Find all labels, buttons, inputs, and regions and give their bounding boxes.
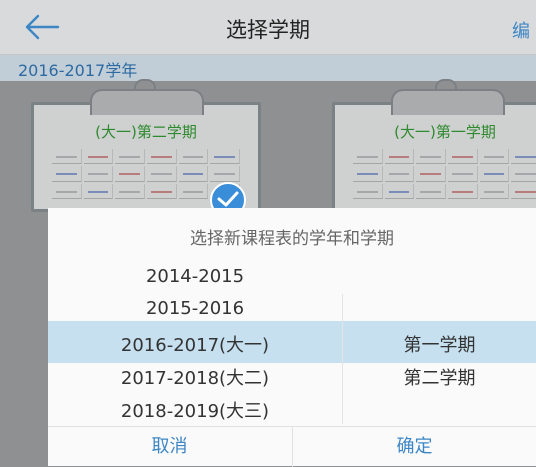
checkmark-icon [210,182,246,210]
year-option[interactable]: 2014-2015 [48,266,342,287]
semester-card-title: (大一)第二学期 [95,123,197,141]
semester-card-title: (大一)第一学期 [394,123,496,141]
dialog-button-row: 取消 确定 [48,426,536,467]
clipboard-clip [90,89,204,115]
page-title: 选择学期 [226,18,310,42]
term-option[interactable]: 第二学期 [343,364,536,390]
confirm-button[interactable]: 确定 [293,427,536,467]
year-option[interactable]: 2015-2016 [48,298,342,319]
cancel-button[interactable]: 取消 [48,427,291,467]
edit-button[interactable]: 编 [512,17,530,43]
semester-picker-dialog: 选择新课程表的学年和学期 2014-2015 2015-2016 2016-20… [48,208,536,467]
year-option[interactable]: 2018-2019(大三) [48,397,342,423]
year-option-selected[interactable]: 2016-2017(大一) [48,331,342,357]
term-option-selected[interactable]: 第一学期 [343,331,536,357]
picker-divider [342,294,343,424]
semester-card[interactable]: (大一)第一学期 [332,79,536,212]
dialog-title: 选择新课程表的学年和学期 [190,229,394,249]
timetable-thumbnail [353,149,536,199]
academic-year-label: 2016-2017学年 [18,61,138,80]
clipboard-clip [391,89,505,115]
top-bar: 选择学期 编 [0,0,536,55]
year-option[interactable]: 2017-2018(大二) [48,364,342,390]
